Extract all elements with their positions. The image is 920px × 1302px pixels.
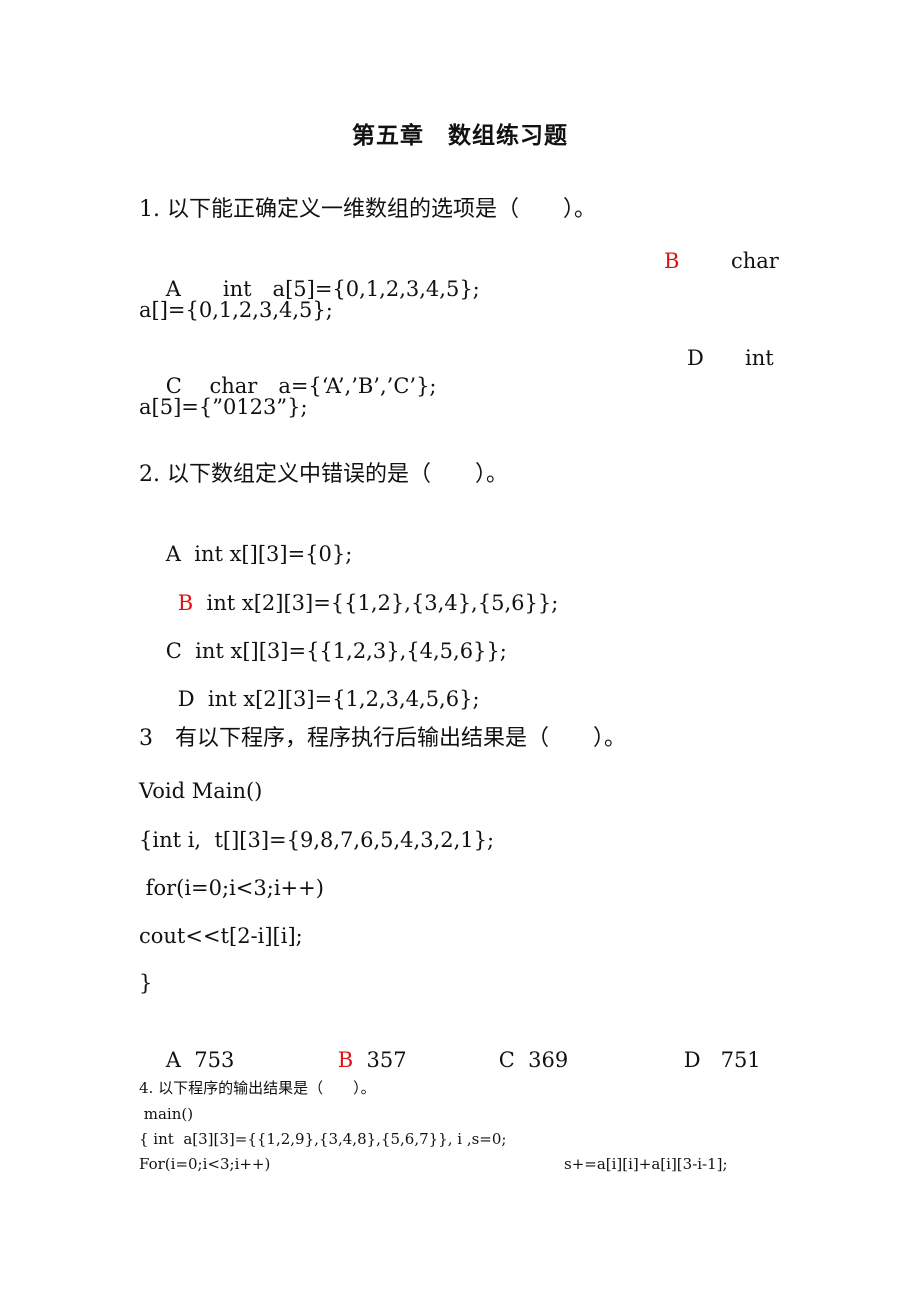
q1-option-d-text: int (745, 346, 774, 370)
q4-code-line: main() (139, 1105, 194, 1123)
q4-code-line: { int a[3][3]={{1,2,9},{3,4,8},{5,6,7}},… (139, 1130, 507, 1148)
option-letter: C (498, 1048, 515, 1072)
option-letter: A (165, 1048, 181, 1072)
q3-option-c: C 369 (472, 1018, 569, 1102)
option-letter: D (683, 1048, 701, 1072)
document-page: 第五章 数组练习题 1. 以下能正确定义一维数组的选项是（ ）。 A int a… (0, 0, 920, 1302)
page-title: 第五章 数组练习题 (352, 122, 568, 149)
q3-code-line: } (139, 971, 153, 995)
q3-code-line: Void Main() (139, 779, 263, 803)
q1-option-d-text-cont: a[5]={”0123”}; (139, 395, 308, 419)
option-letter: D (177, 687, 195, 711)
q3-code-line: for(i=0;i<3;i++) (139, 876, 324, 900)
q1-option-d-letter: D (687, 346, 704, 370)
option-text: 369 (528, 1048, 569, 1072)
q3-option-d: D 751 (657, 1018, 761, 1102)
question-4-text: 4. 以下程序的输出结果是（ ）。 (139, 1079, 376, 1097)
question-3-text: 3 有以下程序，程序执行后输出结果是（ ）。 (139, 726, 626, 751)
option-text: 357 (366, 1048, 407, 1072)
option-text: 751 (720, 1048, 761, 1072)
q1-option-b-letter: B (664, 249, 680, 273)
question-2-text: 2. 以下数组定义中错误的是（ ）。 (139, 462, 508, 487)
q1-option-b-text-cont: a[]={0,1,2,3,4,5}; (139, 298, 333, 322)
option-text: 753 (194, 1048, 235, 1072)
option-letter: B (337, 1048, 354, 1072)
q4-code-line: For(i=0;i<3;i++) (139, 1155, 271, 1173)
q3-code-line: cout<<t[2-i][i]; (139, 924, 303, 948)
option-text: int x[2][3]={1,2,3,4,5,6}; (207, 687, 480, 711)
q3-code-line: {int i, t[][3]={9,8,7,6,5,4,3,2,1}; (139, 828, 495, 852)
question-1-text: 1. 以下能正确定义一维数组的选项是（ ）。 (139, 197, 596, 222)
q4-code-line-right: s+=a[i][i]+a[i][3-i-1]; (564, 1155, 728, 1173)
q1-option-b-text: char (731, 249, 779, 273)
